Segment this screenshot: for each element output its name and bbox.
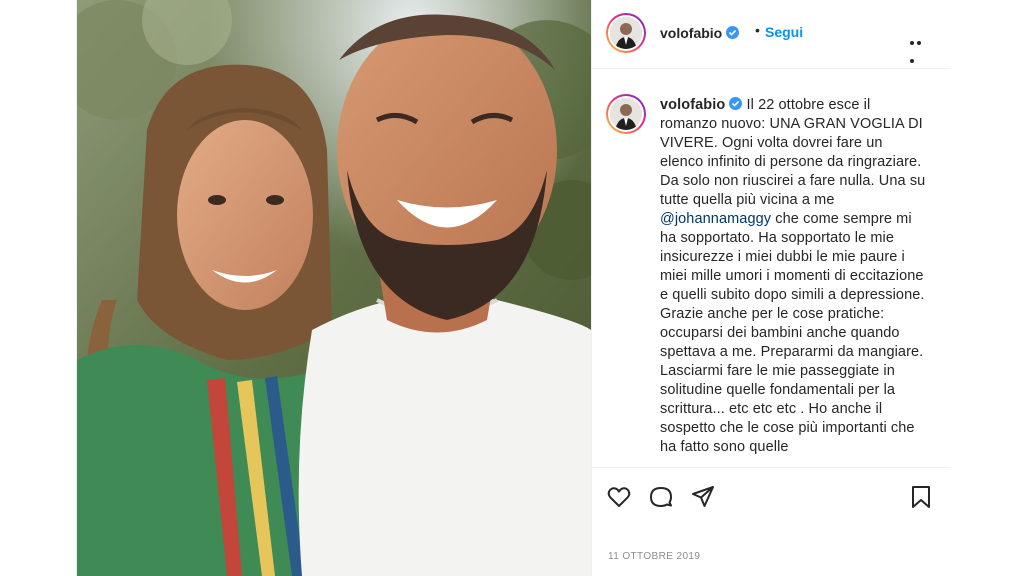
avatar-image bbox=[610, 98, 642, 130]
caption-username[interactable]: volofabio bbox=[660, 97, 725, 113]
mention-link[interactable]: @johannamaggy bbox=[660, 211, 771, 227]
follow-button[interactable]: Segui bbox=[765, 24, 803, 40]
selfie-photo-illustration bbox=[77, 0, 591, 576]
post-photo[interactable] bbox=[77, 0, 591, 576]
caption-avatar[interactable] bbox=[606, 94, 646, 134]
avatar-image bbox=[610, 17, 642, 49]
more-options-icon[interactable] bbox=[910, 32, 930, 63]
verified-badge-icon bbox=[726, 26, 740, 39]
heart-icon[interactable] bbox=[606, 484, 632, 510]
avatar[interactable] bbox=[606, 13, 646, 53]
caption-body-end: che come sempre mi ha sopportato. Ha sop… bbox=[660, 211, 925, 455]
caption-text: volofabio Il 22 ottobre esce il romanzo … bbox=[660, 96, 928, 457]
post-header: volofabio • Segui bbox=[592, 0, 950, 69]
header-username[interactable]: volofabio bbox=[660, 25, 740, 41]
post-actions bbox=[592, 468, 950, 528]
caption-body-start: Il 22 ottobre esce il romanzo nuovo: UNA… bbox=[660, 97, 926, 208]
comment-icon[interactable] bbox=[648, 484, 674, 510]
bookmark-icon[interactable] bbox=[908, 484, 934, 510]
send-icon[interactable] bbox=[690, 484, 716, 510]
comments-area[interactable]: volofabio Il 22 ottobre esce il romanzo … bbox=[592, 69, 950, 468]
header-separator: • bbox=[755, 22, 760, 38]
post-date: 11 ottobre 2019 bbox=[608, 551, 701, 562]
instagram-post: volofabio • Segui volofabio Il 22 ottobr… bbox=[76, 0, 950, 576]
verified-badge-icon bbox=[729, 97, 743, 110]
post-side-panel: volofabio • Segui volofabio Il 22 ottobr… bbox=[591, 0, 950, 576]
